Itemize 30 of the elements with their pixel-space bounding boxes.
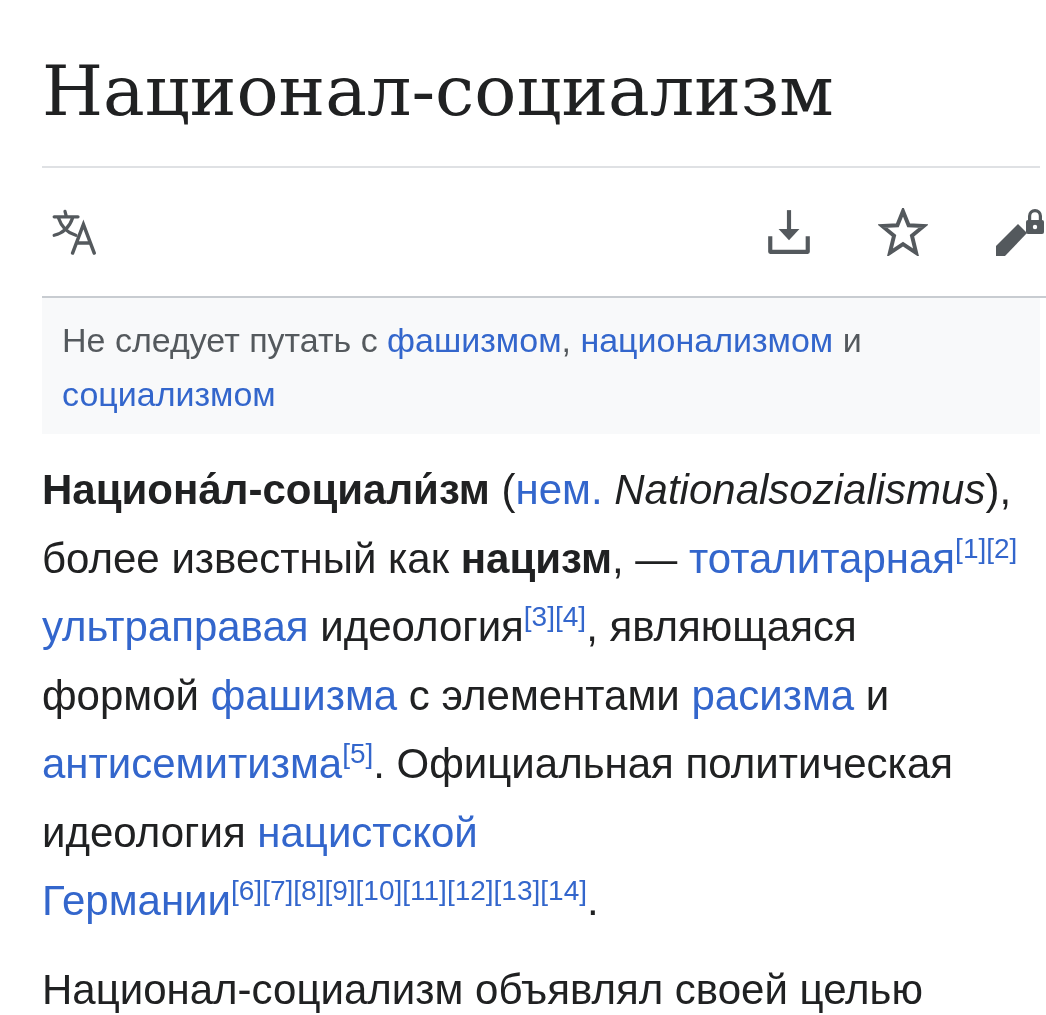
citation-link[interactable]: [11]: [402, 875, 447, 906]
citation-link[interactable]: [12]: [446, 875, 494, 906]
citation-link[interactable]: [6]: [231, 875, 263, 906]
citation-link[interactable]: [13]: [493, 875, 541, 906]
hatnote-link[interactable]: социализмом: [62, 375, 276, 413]
citation-link[interactable]: [2]: [986, 532, 1018, 564]
paragraph-text: Национал-социализм объявлял своей целью: [42, 965, 924, 1013]
citation-link[interactable]: [7]: [262, 875, 294, 906]
hatnote-text: Не следует путать с фашизмом, национализмом и социализмом: [62, 320, 863, 415]
citation-link[interactable]: [10]: [355, 875, 403, 906]
article-link[interactable]: антисемитизма: [42, 740, 343, 787]
pencil-lock-icon[interactable]: [994, 208, 1046, 256]
citation-link[interactable]: [4]: [555, 601, 587, 632]
article-link[interactable]: нацистской: [257, 808, 478, 856]
star-icon[interactable]: [878, 208, 928, 256]
hatnote-link[interactable]: фашизмом: [387, 321, 562, 359]
citation-link[interactable]: [5]: [342, 738, 374, 769]
page-title: Национал-социализм: [42, 56, 834, 126]
article-link[interactable]: расизма: [691, 671, 855, 719]
article-link[interactable]: фашизма: [210, 671, 398, 719]
article-link[interactable]: Германии: [42, 877, 231, 924]
citation-link[interactable]: [14]: [540, 875, 587, 906]
citation-link[interactable]: [9]: [324, 875, 356, 906]
citation-link[interactable]: [8]: [293, 875, 325, 906]
hatnote-link[interactable]: национализмом: [580, 321, 834, 359]
citation-link[interactable]: [1]: [955, 532, 987, 564]
article-link[interactable]: ультраправая: [42, 603, 309, 650]
article-link[interactable]: тоталитарная: [689, 534, 956, 582]
citation-link[interactable]: [3]: [523, 601, 555, 632]
article-link[interactable]: нем.: [515, 466, 603, 513]
